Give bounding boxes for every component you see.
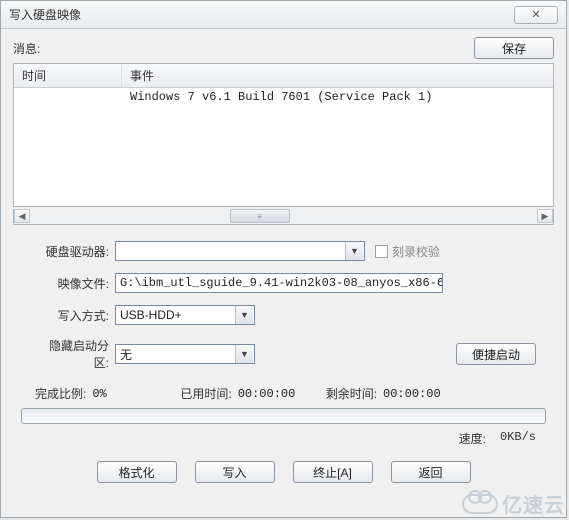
image-file-value: G:\ibm_utl_sguide_9.41-win2k03-08_anyos_… [120, 276, 443, 290]
hide-boot-label: 隐藏启动分区: [35, 337, 115, 371]
burn-check-label: 刻录校验 [392, 243, 440, 260]
message-row: 消息: 保存 [13, 37, 554, 59]
chevron-down-icon[interactable]: ▼ [345, 242, 363, 260]
content-area: 消息: 保存 时间 事件 Windows 7 v6.1 Build 7601 (… [1, 29, 566, 517]
image-file-row: 映像文件: G:\ibm_utl_sguide_9.41-win2k03-08_… [35, 273, 554, 293]
cell-time [14, 88, 122, 106]
log-body[interactable]: Windows 7 v6.1 Build 7601 (Service Pack … [14, 88, 553, 206]
format-label: 格式化 [118, 464, 154, 481]
format-button[interactable]: 格式化 [97, 461, 177, 483]
write-mode-combo[interactable]: USB-HDD+ ▼ [115, 305, 255, 325]
quick-boot-label: 便捷启动 [472, 346, 520, 363]
elapsed-label: 已用时间: [180, 385, 231, 402]
speed-value: 0KB/s [500, 430, 536, 447]
close-button[interactable]: ✕ [514, 6, 558, 24]
scroll-thumb[interactable]: ≡ [230, 209, 290, 223]
table-row[interactable]: Windows 7 v6.1 Build 7601 (Service Pack … [14, 88, 553, 106]
hide-boot-value: 无 [116, 346, 235, 363]
completion-label: 完成比例: [35, 385, 86, 402]
abort-label: 终止[A] [313, 464, 352, 481]
horizontal-scrollbar[interactable]: ◀ ≡ ▶ [13, 209, 554, 225]
window-title: 写入硬盘映像 [9, 6, 514, 23]
title-bar: 写入硬盘映像 ✕ [1, 1, 566, 29]
burn-check-checkbox[interactable]: 刻录校验 [375, 243, 440, 260]
write-mode-label: 写入方式: [35, 307, 115, 324]
checkbox-icon [375, 245, 388, 258]
back-button[interactable]: 返回 [391, 461, 471, 483]
back-label: 返回 [418, 464, 442, 481]
elapsed-value: 00:00:00 [238, 387, 298, 401]
completion-value: 0% [92, 387, 152, 401]
scroll-right-arrow-icon[interactable]: ▶ [537, 209, 553, 223]
disk-drive-label: 硬盘驱动器: [35, 243, 115, 260]
hide-boot-row: 隐藏启动分区: 无 ▼ 便捷启动 [35, 337, 554, 371]
disk-drive-row: 硬盘驱动器: ▼ 刻录校验 [35, 241, 554, 261]
remaining-label: 剩余时间: [326, 385, 377, 402]
hide-boot-combo[interactable]: 无 ▼ [115, 344, 255, 364]
progress-bar [21, 408, 546, 424]
quick-boot-button[interactable]: 便捷启动 [456, 343, 536, 365]
cell-event: Windows 7 v6.1 Build 7601 (Service Pack … [122, 88, 553, 106]
write-label: 写入 [222, 464, 246, 481]
speed-row: 速度: 0KB/s [13, 428, 554, 455]
col-event-header[interactable]: 事件 [122, 64, 553, 87]
log-header: 时间 事件 [14, 64, 553, 88]
message-label: 消息: [13, 40, 474, 57]
speed-label: 速度: [459, 430, 486, 447]
button-row: 格式化 写入 终止[A] 返回 [13, 455, 554, 491]
save-button-label: 保存 [502, 40, 526, 57]
write-mode-value: USB-HDD+ [116, 308, 235, 322]
image-file-field[interactable]: G:\ibm_utl_sguide_9.41-win2k03-08_anyos_… [115, 273, 443, 293]
chevron-down-icon[interactable]: ▼ [235, 306, 253, 324]
image-file-label: 映像文件: [35, 275, 115, 292]
chevron-down-icon[interactable]: ▼ [235, 345, 253, 363]
abort-button[interactable]: 终止[A] [293, 461, 373, 483]
close-icon: ✕ [531, 8, 540, 21]
col-time-header[interactable]: 时间 [14, 64, 122, 87]
remaining-value: 00:00:00 [383, 387, 443, 401]
write-mode-row: 写入方式: USB-HDD+ ▼ [35, 305, 554, 325]
status-row: 完成比例: 0% 已用时间: 00:00:00 剩余时间: 00:00:00 [35, 385, 554, 402]
write-button[interactable]: 写入 [195, 461, 275, 483]
disk-drive-combo[interactable]: ▼ [115, 241, 365, 261]
scroll-left-arrow-icon[interactable]: ◀ [14, 209, 30, 223]
dialog-window: 写入硬盘映像 ✕ 消息: 保存 时间 事件 Windows 7 v6.1 Bui… [0, 0, 567, 518]
log-list: 时间 事件 Windows 7 v6.1 Build 7601 (Service… [13, 63, 554, 207]
save-button[interactable]: 保存 [474, 37, 554, 59]
